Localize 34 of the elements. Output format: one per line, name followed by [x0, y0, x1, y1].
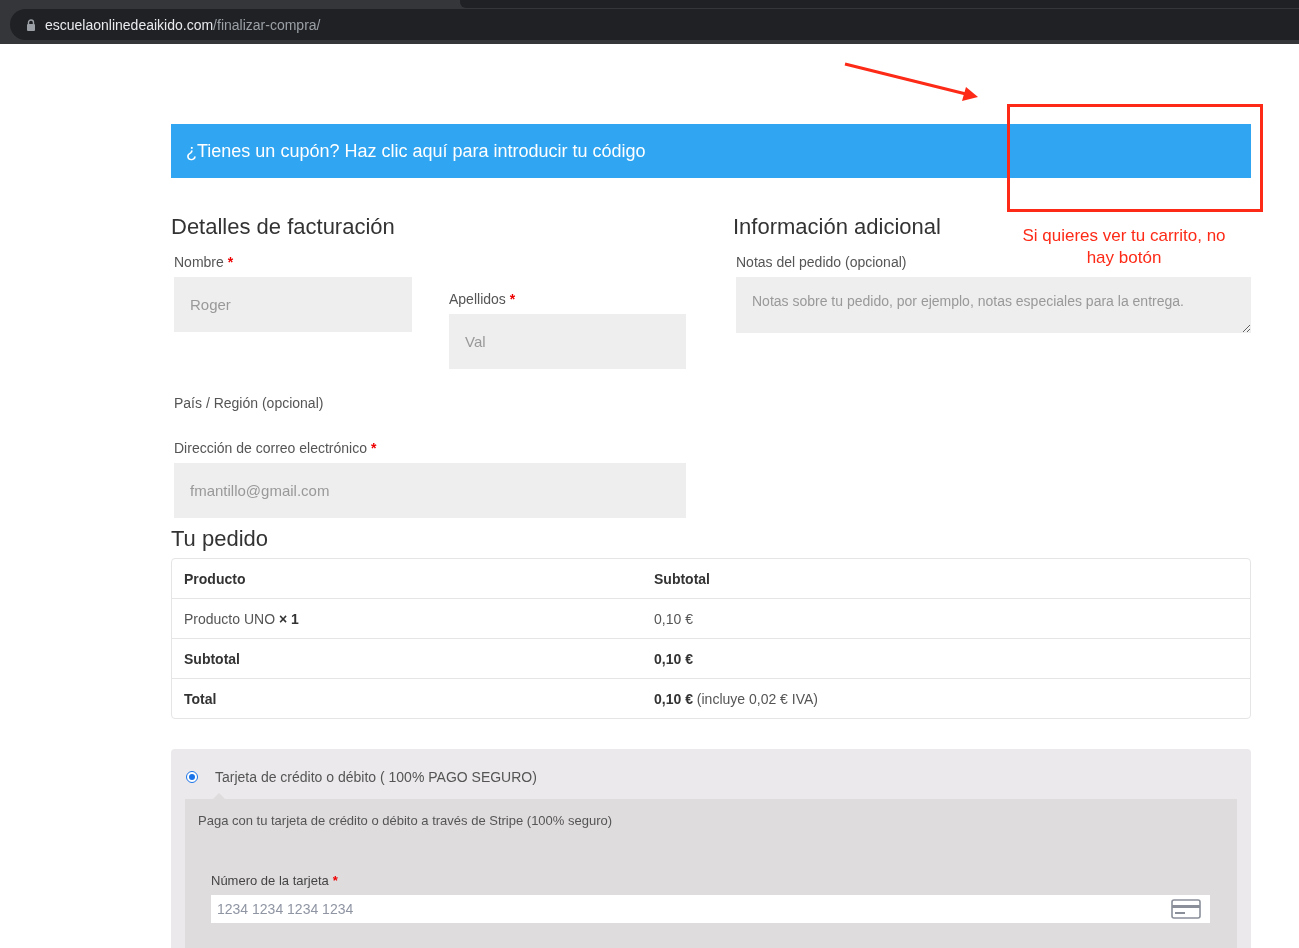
field-label: País / Región (opcional): [174, 395, 325, 411]
required-mark: *: [371, 440, 377, 456]
field-label: Apellidos *: [449, 291, 517, 307]
annotation-text: Si quieres ver tu carrito, no hay botón: [1021, 225, 1227, 269]
field-label: Notas del pedido (opcional): [736, 254, 907, 270]
table-cell-text: 0,10 € (incluye 0,02 € IVA): [653, 690, 819, 707]
column-header: Producto: [183, 570, 247, 587]
address-bar[interactable]: escuelaonlinedeaikido.com/finalizar-compra/: [10, 9, 1299, 40]
text-field[interactable]: Roger: [174, 277, 412, 332]
url-text[interactable]: escuelaonlinedeaikido.com/finalizar-compra/: [45, 16, 321, 33]
table-cell-text: 0,10 €: [653, 650, 694, 667]
section-heading: Detalles de facturación: [171, 214, 396, 241]
credit-card-icon: [1171, 899, 1201, 919]
column-header: Subtotal: [653, 570, 711, 587]
notes-field[interactable]: Notas sobre tu pedido, por ejemplo, notas especiales para la entrega.: [736, 277, 1251, 333]
required-mark: *: [332, 873, 338, 888]
payment-method-label[interactable]: Tarjeta de crédito o débito ( 100% PAGO SEGURO): [215, 769, 537, 785]
text-field[interactable]: fmantillo@gmail.com: [174, 463, 686, 518]
table-cell-text: 0,10 €: [653, 610, 694, 627]
radio-button[interactable]: [186, 771, 198, 783]
payment-description: Paga con tu tarjeta de crédito o débito a través de Stripe (100% seguro): [198, 813, 614, 828]
field-label: Número de la tarjeta *: [211, 873, 339, 888]
field-label: Nombre *: [174, 254, 235, 270]
card-number-field[interactable]: 1234 1234 1234 1234: [211, 895, 1210, 923]
required-mark: *: [509, 291, 516, 307]
table-cell-text: Subtotal: [183, 650, 241, 667]
table-cell-text: Total: [183, 690, 218, 707]
section-heading: Información adicional: [733, 214, 941, 241]
lock-icon[interactable]: [26, 18, 36, 31]
section-heading: Tu pedido: [171, 526, 270, 551]
field-label: Dirección de correo electrónico *: [174, 440, 378, 456]
required-mark: *: [227, 254, 234, 270]
table-cell-text: Producto UNO × 1: [183, 610, 300, 627]
text-field[interactable]: Val: [449, 314, 686, 369]
